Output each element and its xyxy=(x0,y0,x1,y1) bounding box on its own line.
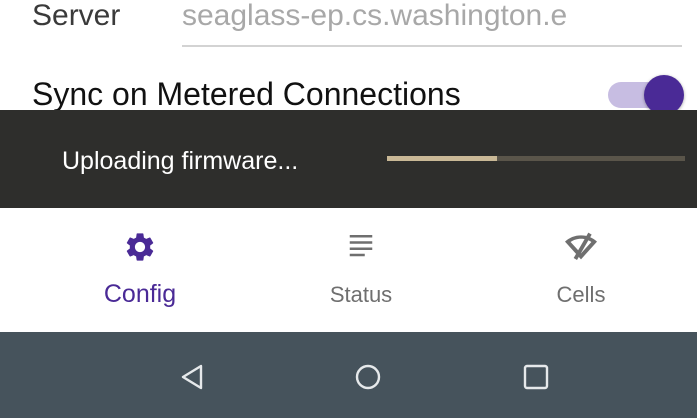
home-icon[interactable] xyxy=(354,363,382,396)
bottom-navigation: Config Status Cells xyxy=(0,208,697,333)
gear-icon xyxy=(123,230,157,269)
server-input[interactable]: seaglass-ep.cs.washington.e xyxy=(182,0,682,47)
back-icon[interactable] xyxy=(178,363,206,396)
settings-panel: Server seaglass-ep.cs.washington.e Sync … xyxy=(0,0,697,115)
nav-item-cells[interactable]: Cells xyxy=(465,208,697,332)
recents-icon[interactable] xyxy=(522,363,550,396)
system-navigation-bar xyxy=(0,332,697,418)
sync-metered-label: Sync on Metered Connections xyxy=(32,76,461,112)
upload-progress-bar xyxy=(387,156,685,161)
server-value: seaglass-ep.cs.washington.e xyxy=(182,0,568,32)
toggle-thumb xyxy=(644,75,684,115)
nav-label-status: Status xyxy=(329,282,393,307)
signal-off-icon xyxy=(565,230,597,267)
nav-item-status[interactable]: Status xyxy=(245,208,477,332)
nav-item-config[interactable]: Config xyxy=(24,208,256,332)
list-icon xyxy=(346,230,376,265)
nav-label-cells: Cells xyxy=(556,282,606,307)
upload-progress-fill xyxy=(387,156,498,161)
server-label: Server xyxy=(32,0,121,32)
nav-label-config: Config xyxy=(103,280,177,308)
sync-metered-toggle[interactable] xyxy=(608,75,688,115)
upload-message: Uploading firmware... xyxy=(62,147,299,175)
